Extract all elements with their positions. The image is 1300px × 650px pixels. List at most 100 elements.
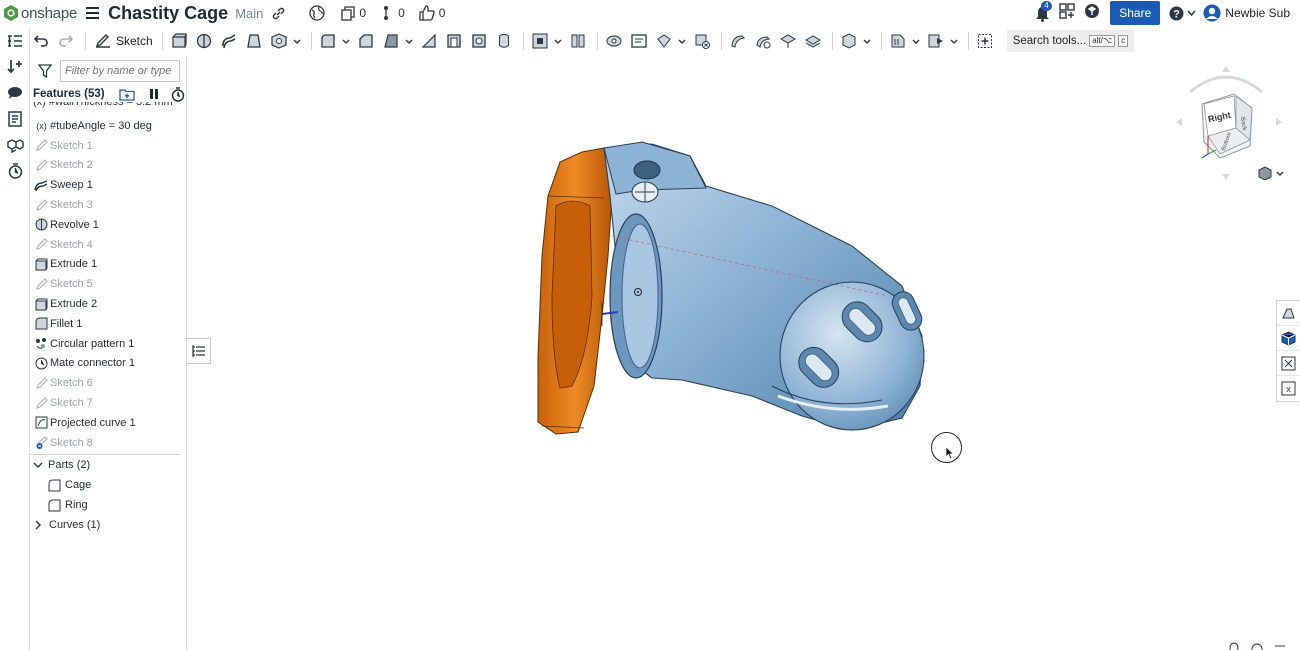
notes-icon[interactable] <box>0 106 30 132</box>
revolve-tool[interactable] <box>193 30 215 52</box>
link-icon[interactable] <box>272 7 285 20</box>
parts-properties-button[interactable] <box>1277 326 1300 351</box>
feature-panel-toggle[interactable] <box>187 338 211 364</box>
boolean-tool[interactable] <box>529 30 551 52</box>
parts-icon[interactable] <box>0 132 30 158</box>
add-custom-feature-button[interactable] <box>974 30 996 52</box>
redo-button[interactable] <box>55 30 77 52</box>
part-item[interactable]: Ring <box>30 495 186 515</box>
variables-icon[interactable] <box>0 54 30 80</box>
learning-center-icon[interactable] <box>1084 3 1100 24</box>
variables-panel-button[interactable]: x <box>1277 376 1300 401</box>
chevron-down-icon[interactable] <box>950 39 959 44</box>
filter-input[interactable] <box>60 60 180 82</box>
extrude-icon <box>34 297 48 311</box>
user-menu[interactable]: Newbie Sub <box>1203 4 1300 22</box>
view-options-icon[interactable] <box>1250 642 1264 650</box>
pattern-tool[interactable] <box>628 30 650 52</box>
part-item[interactable]: Cage <box>30 475 186 495</box>
layers-icon[interactable] <box>1274 642 1286 650</box>
view-mode-dropdown[interactable] <box>1258 166 1284 180</box>
pause-icon[interactable] <box>149 88 159 100</box>
chevron-down-icon[interactable] <box>863 39 872 44</box>
feature-item[interactable]: Circular pattern 1 <box>30 334 186 354</box>
appearance-panel-button[interactable] <box>1277 301 1300 326</box>
add-folder-icon[interactable] <box>118 88 135 101</box>
shell-tool[interactable] <box>443 30 465 52</box>
app-store-icon[interactable] <box>1059 2 1075 24</box>
globe-icon[interactable] <box>309 5 326 21</box>
delete-part-tool[interactable] <box>691 30 713 52</box>
mouse-mode-icon[interactable] <box>1228 642 1240 650</box>
graphics-viewport[interactable]: Right Back Bottom <box>212 56 1284 650</box>
fillet-tool[interactable] <box>317 30 339 52</box>
feature-item[interactable]: Sketch 5 <box>30 274 186 294</box>
branch-label[interactable]: Main <box>235 6 263 21</box>
split-tool[interactable] <box>567 30 589 52</box>
revolve-icon <box>34 218 48 232</box>
thicken-tool[interactable] <box>268 30 290 52</box>
feature-item[interactable]: Sketch 2 <box>30 156 186 176</box>
chevron-down-icon[interactable] <box>912 39 921 44</box>
chevron-down-icon[interactable] <box>554 39 563 44</box>
section-view-icon <box>842 33 856 49</box>
search-tools-input[interactable]: Search tools... alt/⌥ c <box>1006 30 1135 52</box>
feature-item[interactable]: Extrude 1 <box>30 255 186 275</box>
section-view-tool[interactable] <box>838 30 860 52</box>
mass-properties-button[interactable] <box>1277 351 1300 376</box>
sheet-metal-tool[interactable] <box>727 30 749 52</box>
undo-button[interactable] <box>30 30 52 52</box>
feature-script-tool[interactable] <box>925 30 947 52</box>
chamfer-tool[interactable] <box>355 30 377 52</box>
feature-item[interactable]: Sweep 1 <box>30 175 186 195</box>
sweep-tool[interactable] <box>218 30 240 52</box>
feature-item[interactable]: Fillet 1 <box>30 314 186 334</box>
parts-group[interactable]: Parts (2) <box>30 456 186 476</box>
rib-tool[interactable] <box>418 30 440 52</box>
help-button[interactable]: ? <box>1169 6 1196 21</box>
comments-icon[interactable] <box>0 80 30 106</box>
feature-item[interactable]: Sketch 1 <box>30 136 186 156</box>
feature-item[interactable]: Mate connector 1 <box>30 354 186 374</box>
feature-item[interactable]: Sketch 6 <box>30 373 186 393</box>
share-button[interactable]: Share <box>1110 1 1161 25</box>
notifications-button[interactable]: 4 <box>1035 1 1053 22</box>
feature-item[interactable]: Revolve 1 <box>30 215 186 235</box>
feature-item[interactable]: Sketch 4 <box>30 235 186 255</box>
transform-tool[interactable] <box>603 30 625 52</box>
chevron-down-icon[interactable] <box>405 39 414 44</box>
chevron-down-icon[interactable] <box>342 39 351 44</box>
feature-item[interactable]: Sketch 3 <box>30 195 186 215</box>
feature-item[interactable]: (x) #tubeAngle = 30 deg <box>30 116 186 136</box>
filter-icon[interactable] <box>38 64 52 78</box>
cylinder-tool[interactable] <box>493 30 515 52</box>
feature-item[interactable]: Extrude 2 <box>30 294 186 314</box>
mirror-tool[interactable] <box>653 30 675 52</box>
curves-group[interactable]: Curves (1) <box>30 515 186 535</box>
copies-button[interactable]: 0 <box>341 5 366 21</box>
loft-tool[interactable] <box>243 30 265 52</box>
like-button[interactable]: 0 <box>419 5 445 21</box>
variable-table-icon: x <box>1281 381 1296 396</box>
model-render[interactable] <box>212 56 1272 650</box>
plane-tool[interactable] <box>777 30 799 52</box>
hole-tool[interactable] <box>468 30 490 52</box>
chevron-down-icon[interactable] <box>293 39 302 44</box>
feature-item[interactable]: Sketch 8 <box>30 433 186 453</box>
chevron-down-icon[interactable] <box>678 39 687 44</box>
flange-tool[interactable] <box>752 30 774 52</box>
document-title[interactable]: Chastity Cage <box>108 3 228 24</box>
measure-tool[interactable] <box>887 30 909 52</box>
draft-tool[interactable] <box>380 30 402 52</box>
forks-button[interactable]: 0 <box>382 5 405 21</box>
menu-icon[interactable] <box>86 7 100 19</box>
sketch-button[interactable]: Sketch <box>91 30 157 52</box>
mate-connector-tool[interactable] <box>802 30 824 52</box>
onshape-logo[interactable]: onshape <box>4 5 77 22</box>
history-icon[interactable] <box>0 158 30 184</box>
extrude-tool[interactable] <box>168 30 190 52</box>
feature-item[interactable]: Sketch 7 <box>30 393 186 413</box>
feature-item[interactable]: Projected curve 1 <box>30 413 186 433</box>
rollback-timer-icon[interactable] <box>171 86 185 102</box>
feature-list-icon[interactable] <box>0 28 30 54</box>
